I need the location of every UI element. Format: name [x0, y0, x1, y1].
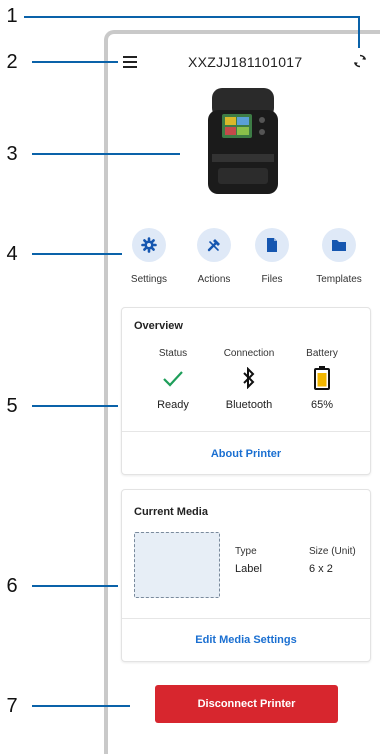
callout-1-vline — [358, 16, 360, 48]
templates-button[interactable] — [322, 228, 356, 262]
callout-5-line — [32, 405, 118, 407]
overview-card: Overview Status Ready Connection Bluetoo… — [121, 307, 371, 475]
media-divider — [122, 618, 370, 619]
callout-3: 3 — [6, 143, 18, 165]
media-size-header: Size (Unit) — [309, 546, 356, 557]
disconnect-printer-button[interactable]: Disconnect Printer — [155, 685, 338, 723]
connection-value: Bluetooth — [225, 399, 273, 411]
callout-7: 7 — [6, 695, 18, 717]
callout-4-line — [32, 253, 122, 255]
current-media-card: Current Media Type Size (Unit) Label 6 x… — [121, 489, 371, 662]
callout-1-line — [24, 16, 360, 18]
status-value: Ready — [157, 399, 189, 411]
gear-icon — [141, 237, 157, 253]
callout-6: 6 — [6, 575, 18, 597]
bluetooth-icon — [243, 367, 255, 389]
connection-column: Connection Bluetooth — [209, 348, 289, 411]
battery-column: Battery 65% — [282, 348, 362, 411]
settings-button[interactable] — [132, 228, 166, 262]
media-size-value: 6 x 2 — [309, 563, 333, 575]
printer-image — [208, 88, 278, 194]
hamburger-menu-icon[interactable] — [123, 56, 137, 68]
files-label: Files — [261, 274, 283, 285]
callout-2-line — [32, 61, 118, 63]
folder-icon — [332, 240, 346, 251]
actions-action[interactable]: Actions — [184, 228, 244, 285]
printer-serial-title: XXZJJ181101017 — [188, 54, 303, 70]
media-type-value: Label — [235, 563, 262, 575]
actions-label: Actions — [197, 274, 231, 285]
settings-label: Settings — [130, 274, 168, 285]
actions-button[interactable] — [197, 228, 231, 262]
files-button[interactable] — [255, 228, 289, 262]
callout-3-line — [32, 153, 180, 155]
status-column: Status Ready — [133, 348, 213, 411]
overview-title: Overview — [134, 320, 183, 332]
battery-icon — [314, 366, 330, 390]
callout-2: 2 — [6, 51, 18, 73]
settings-action[interactable]: Settings — [119, 228, 179, 285]
about-printer-link[interactable]: About Printer — [122, 448, 370, 460]
callout-6-line — [32, 585, 118, 587]
files-action[interactable]: Files — [242, 228, 302, 285]
templates-label: Templates — [316, 274, 362, 285]
status-header: Status — [158, 348, 188, 359]
media-preview — [134, 532, 220, 598]
checkmark-icon — [163, 371, 183, 387]
battery-header: Battery — [306, 348, 338, 359]
overview-divider — [122, 431, 370, 432]
tools-icon — [207, 239, 220, 252]
edit-media-settings-link[interactable]: Edit Media Settings — [122, 634, 370, 646]
callout-7-line — [32, 705, 130, 707]
current-media-title: Current Media — [134, 506, 208, 518]
battery-value: 65% — [310, 399, 334, 411]
connection-header: Connection — [223, 348, 275, 359]
media-type-header: Type — [235, 546, 257, 557]
refresh-icon[interactable] — [352, 53, 368, 69]
templates-action[interactable]: Templates — [309, 228, 369, 285]
callout-1: 1 — [6, 5, 18, 27]
callout-4: 4 — [6, 243, 18, 265]
callout-5: 5 — [6, 395, 18, 417]
file-icon — [267, 238, 277, 252]
